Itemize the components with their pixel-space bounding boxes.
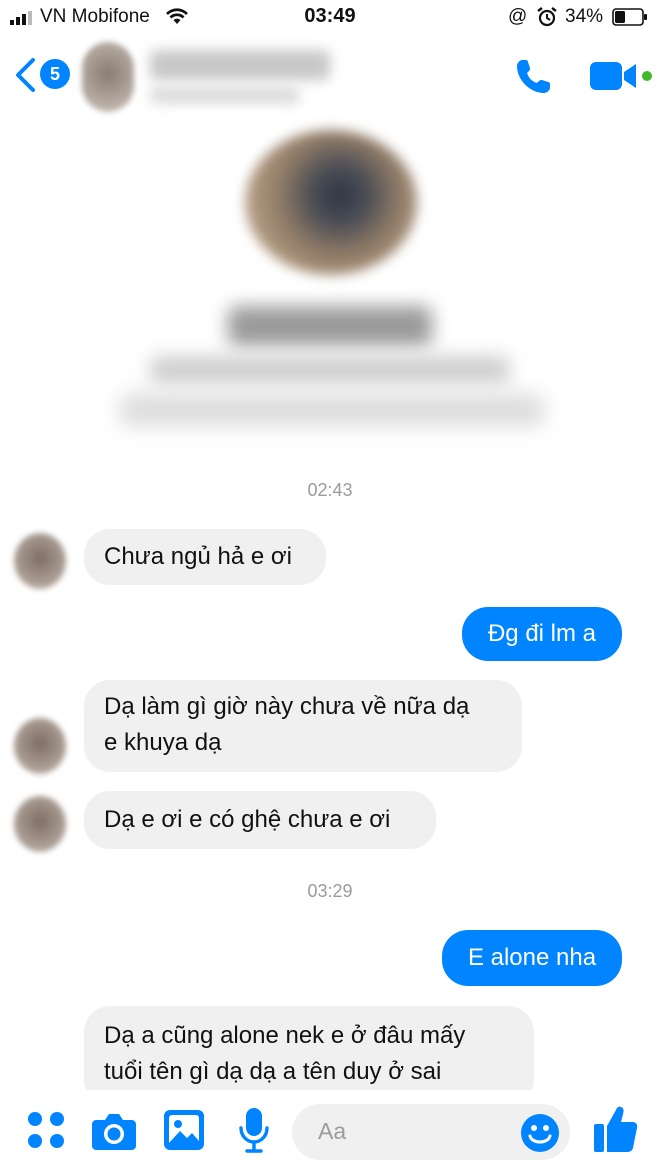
emoji-icon[interactable] — [520, 1113, 560, 1153]
message-text: Dạ a cũng alone nek e ở đâu mấy — [104, 1022, 466, 1049]
battery-icon — [612, 8, 647, 26]
alarm-icon — [537, 7, 557, 27]
message-text: Đg đi lm a — [487, 620, 597, 647]
message-text: tuổi tên gì dạ dạ a tên duy ở sai — [104, 1058, 442, 1085]
phone-icon[interactable] — [512, 54, 556, 98]
profile-details-blurred — [120, 394, 544, 426]
thumbs-up-icon[interactable] — [594, 1104, 638, 1154]
gallery-icon[interactable] — [164, 1110, 204, 1150]
sender-avatar[interactable] — [14, 718, 66, 774]
incoming-message[interactable]: Dạ e ơi e có ghệ chưa e ơi — [84, 791, 436, 849]
conversation-header: 5 — [0, 36, 660, 116]
video-camera-icon[interactable] — [588, 58, 654, 94]
timestamp: 02:43 — [307, 480, 353, 500]
message-input-placeholder: Aa — [318, 1118, 347, 1144]
contact-avatar[interactable] — [82, 42, 134, 112]
sender-avatar[interactable] — [14, 796, 66, 852]
battery-percent: 34% — [565, 6, 604, 27]
message-text: Chưa ngủ hả e ơi — [104, 543, 292, 570]
timestamp: 03:29 — [307, 881, 353, 901]
apps-icon[interactable] — [26, 1110, 66, 1150]
status-bar: VN Mobifone 03:49 @ 34% — [0, 0, 660, 36]
message-text: E alone nha — [467, 944, 597, 971]
outgoing-message[interactable]: Đg đi lm a — [462, 607, 622, 661]
message-text: e khuya dạ — [104, 729, 222, 756]
incoming-message[interactable]: Dạ làm gì giờ này chưa về nữa dạ e khuya… — [84, 680, 522, 772]
contact-status-blurred — [150, 86, 300, 104]
message-text: Dạ e ơi e có ghệ chưa e ơi — [104, 806, 391, 833]
message-input[interactable]: Aa — [292, 1104, 570, 1160]
camera-icon[interactable] — [92, 1112, 136, 1150]
microphone-icon[interactable] — [238, 1108, 270, 1154]
back-button[interactable]: 5 — [14, 56, 74, 96]
profile-photo[interactable] — [245, 130, 417, 275]
clock-time: 03:49 — [304, 5, 356, 27]
profile-info-blurred — [150, 356, 510, 384]
active-dot-icon — [642, 71, 652, 81]
profile-name-blurred — [228, 306, 432, 346]
message-composer: Aa — [0, 1090, 660, 1173]
sender-avatar[interactable] — [14, 533, 66, 589]
outgoing-message[interactable]: E alone nha — [442, 930, 622, 986]
message-text: Dạ làm gì giờ này chưa về nữa dạ — [104, 693, 470, 720]
contact-name-blurred[interactable] — [150, 50, 330, 80]
back-chevron-icon — [16, 58, 35, 92]
unread-count-badge: 5 — [40, 59, 70, 89]
location-lock-icon: @ — [508, 6, 528, 27]
incoming-message[interactable]: Chưa ngủ hả e ơi — [84, 529, 326, 585]
